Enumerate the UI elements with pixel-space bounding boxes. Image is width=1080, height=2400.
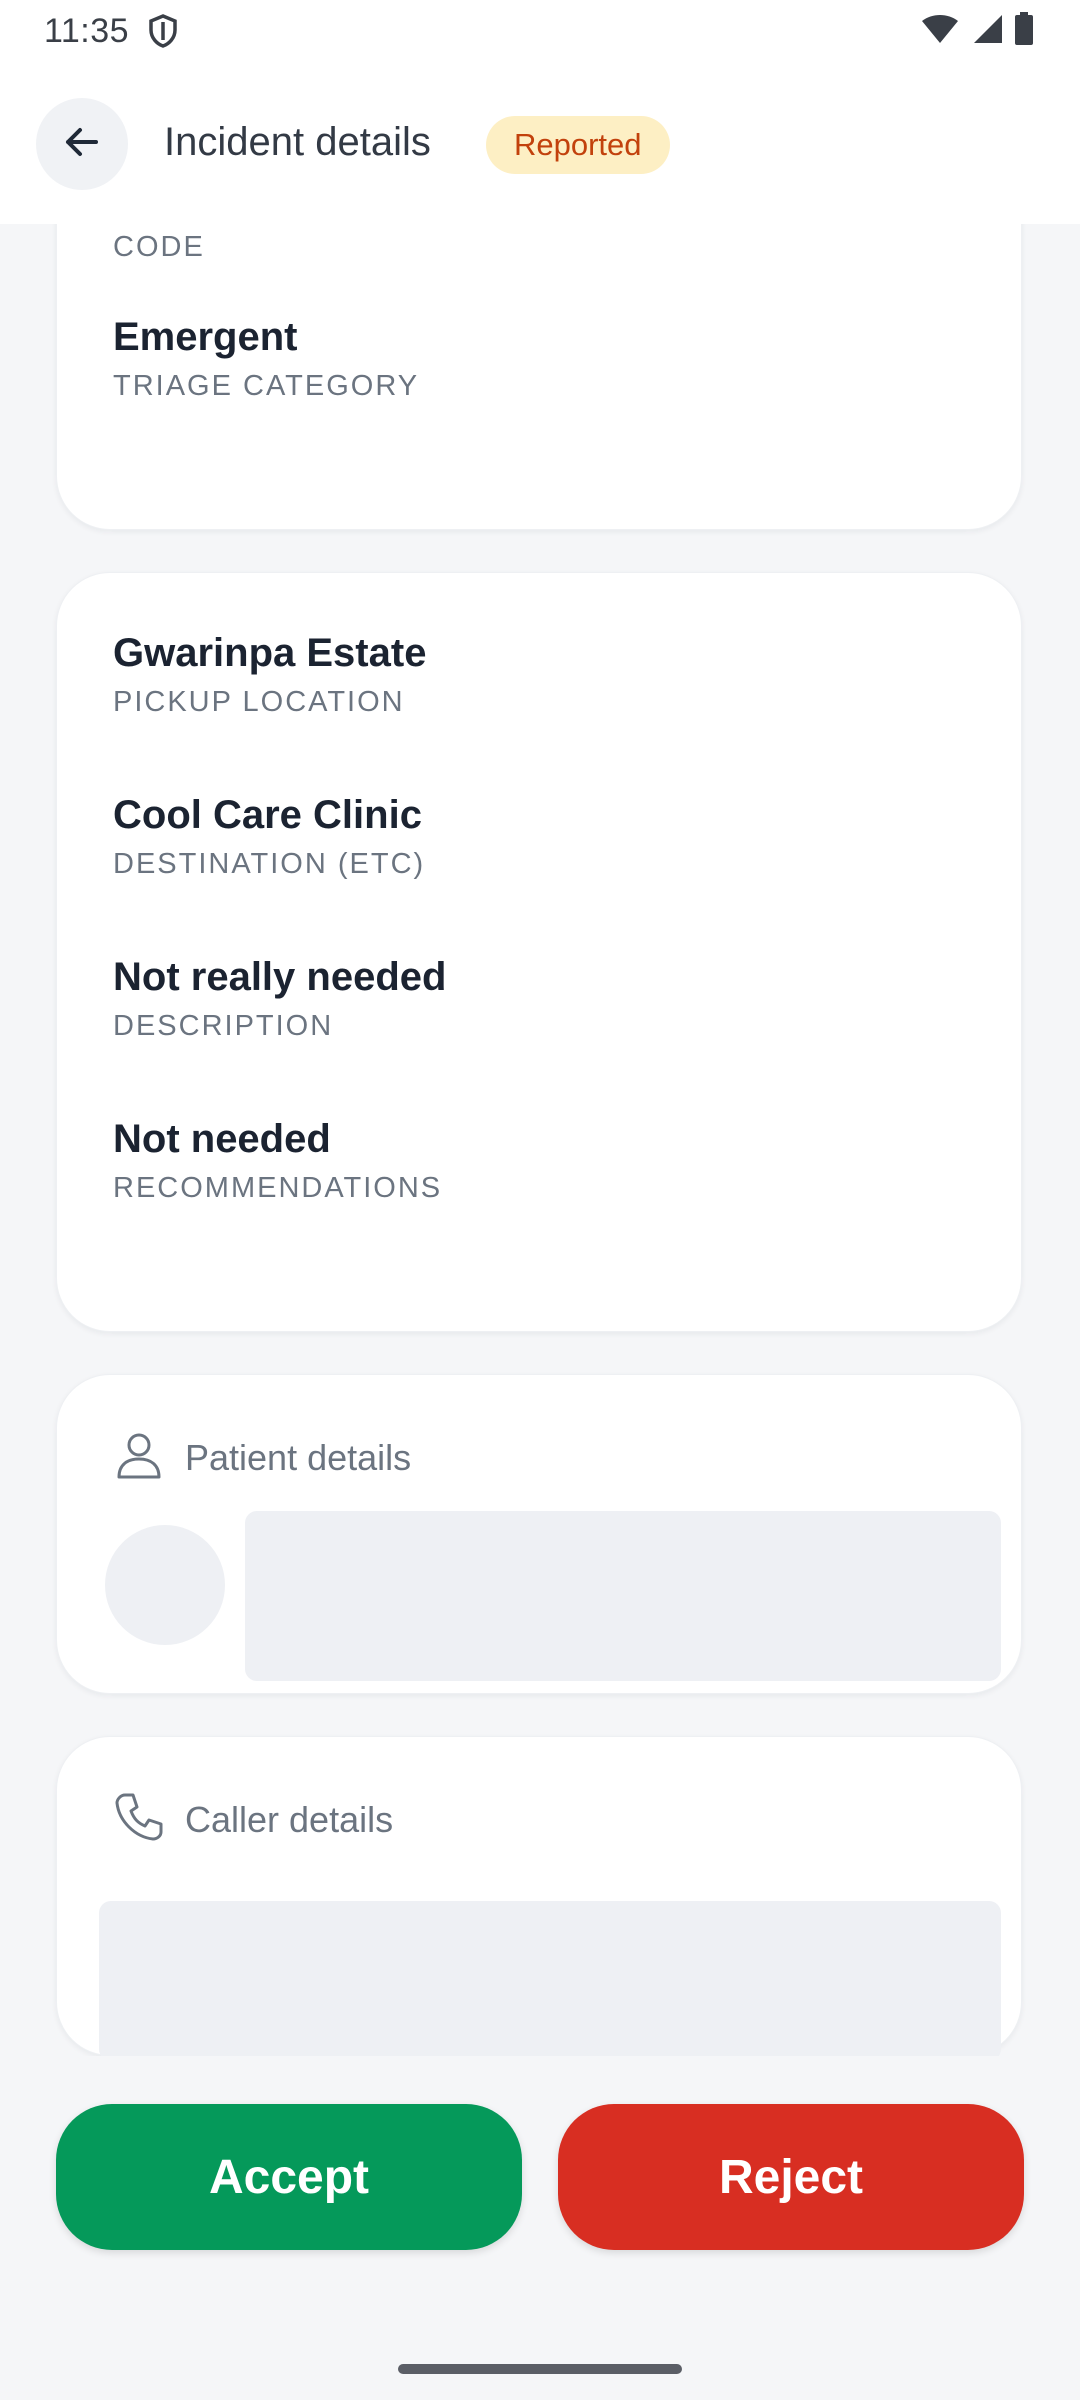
location-card: Gwarinpa Estate PICKUP LOCATION Cool Car… <box>56 572 1022 1332</box>
caller-details-title: Caller details <box>185 1798 394 1840</box>
field-recommendations: Not needed RECOMMENDATIONS <box>113 1117 442 1205</box>
reject-button[interactable]: Reject <box>558 2104 1024 2250</box>
field-label: RECOMMENDATIONS <box>113 1172 443 1204</box>
field-value: Cool Care Clinic <box>113 793 422 837</box>
app-header: Incident details Reported <box>0 64 1080 224</box>
field-pickup-location: Gwarinpa Estate PICKUP LOCATION <box>113 631 426 719</box>
field-label: CODE <box>113 231 205 263</box>
content-scroll[interactable]: CODE Emergent TRIAGE CATEGORY Gwarinpa E… <box>0 224 1080 2056</box>
signal-icon <box>970 13 1004 50</box>
shield-icon <box>148 14 178 53</box>
status-bar: 11:35 <box>0 0 1080 64</box>
patient-info-placeholder <box>245 1511 1001 1681</box>
field-label: PICKUP LOCATION <box>113 686 405 718</box>
field-value: Not really needed <box>113 955 447 999</box>
person-icon <box>113 1429 165 1486</box>
field-description: Not really needed DESCRIPTION <box>113 955 446 1043</box>
page-title: Incident details <box>164 120 431 164</box>
status-badge: Reported <box>486 116 670 174</box>
patient-details-title: Patient details <box>185 1436 412 1478</box>
caller-info-placeholder <box>99 1901 1001 2056</box>
field-label: TRIAGE CATEGORY <box>113 370 420 402</box>
field-triage-category: Emergent TRIAGE CATEGORY <box>113 315 419 403</box>
patient-avatar-placeholder <box>105 1525 225 1645</box>
caller-details-header: Caller details <box>113 1791 393 1848</box>
field-code: CODE <box>113 224 205 264</box>
accept-button[interactable]: Accept <box>56 2104 522 2250</box>
home-indicator[interactable] <box>398 2364 682 2374</box>
phone-icon <box>113 1791 165 1848</box>
caller-details-card[interactable]: Caller details <box>56 1736 1022 2056</box>
field-label: DESTINATION (ETC) <box>113 848 426 880</box>
triage-card: CODE Emergent TRIAGE CATEGORY <box>56 224 1022 530</box>
field-value: Gwarinpa Estate <box>113 631 427 675</box>
status-icons <box>920 12 1034 51</box>
battery-icon <box>1014 12 1034 51</box>
status-time: 11:35 <box>44 12 130 50</box>
patient-details-card[interactable]: Patient details <box>56 1374 1022 1694</box>
arrow-left-icon <box>60 120 104 169</box>
field-value: Emergent <box>113 315 298 359</box>
wifi-icon <box>920 13 960 50</box>
patient-details-header: Patient details <box>113 1429 411 1486</box>
field-destination: Cool Care Clinic DESTINATION (ETC) <box>113 793 425 881</box>
back-button[interactable] <box>36 98 128 190</box>
field-label: DESCRIPTION <box>113 1010 334 1042</box>
field-value: Not needed <box>113 1117 331 1161</box>
